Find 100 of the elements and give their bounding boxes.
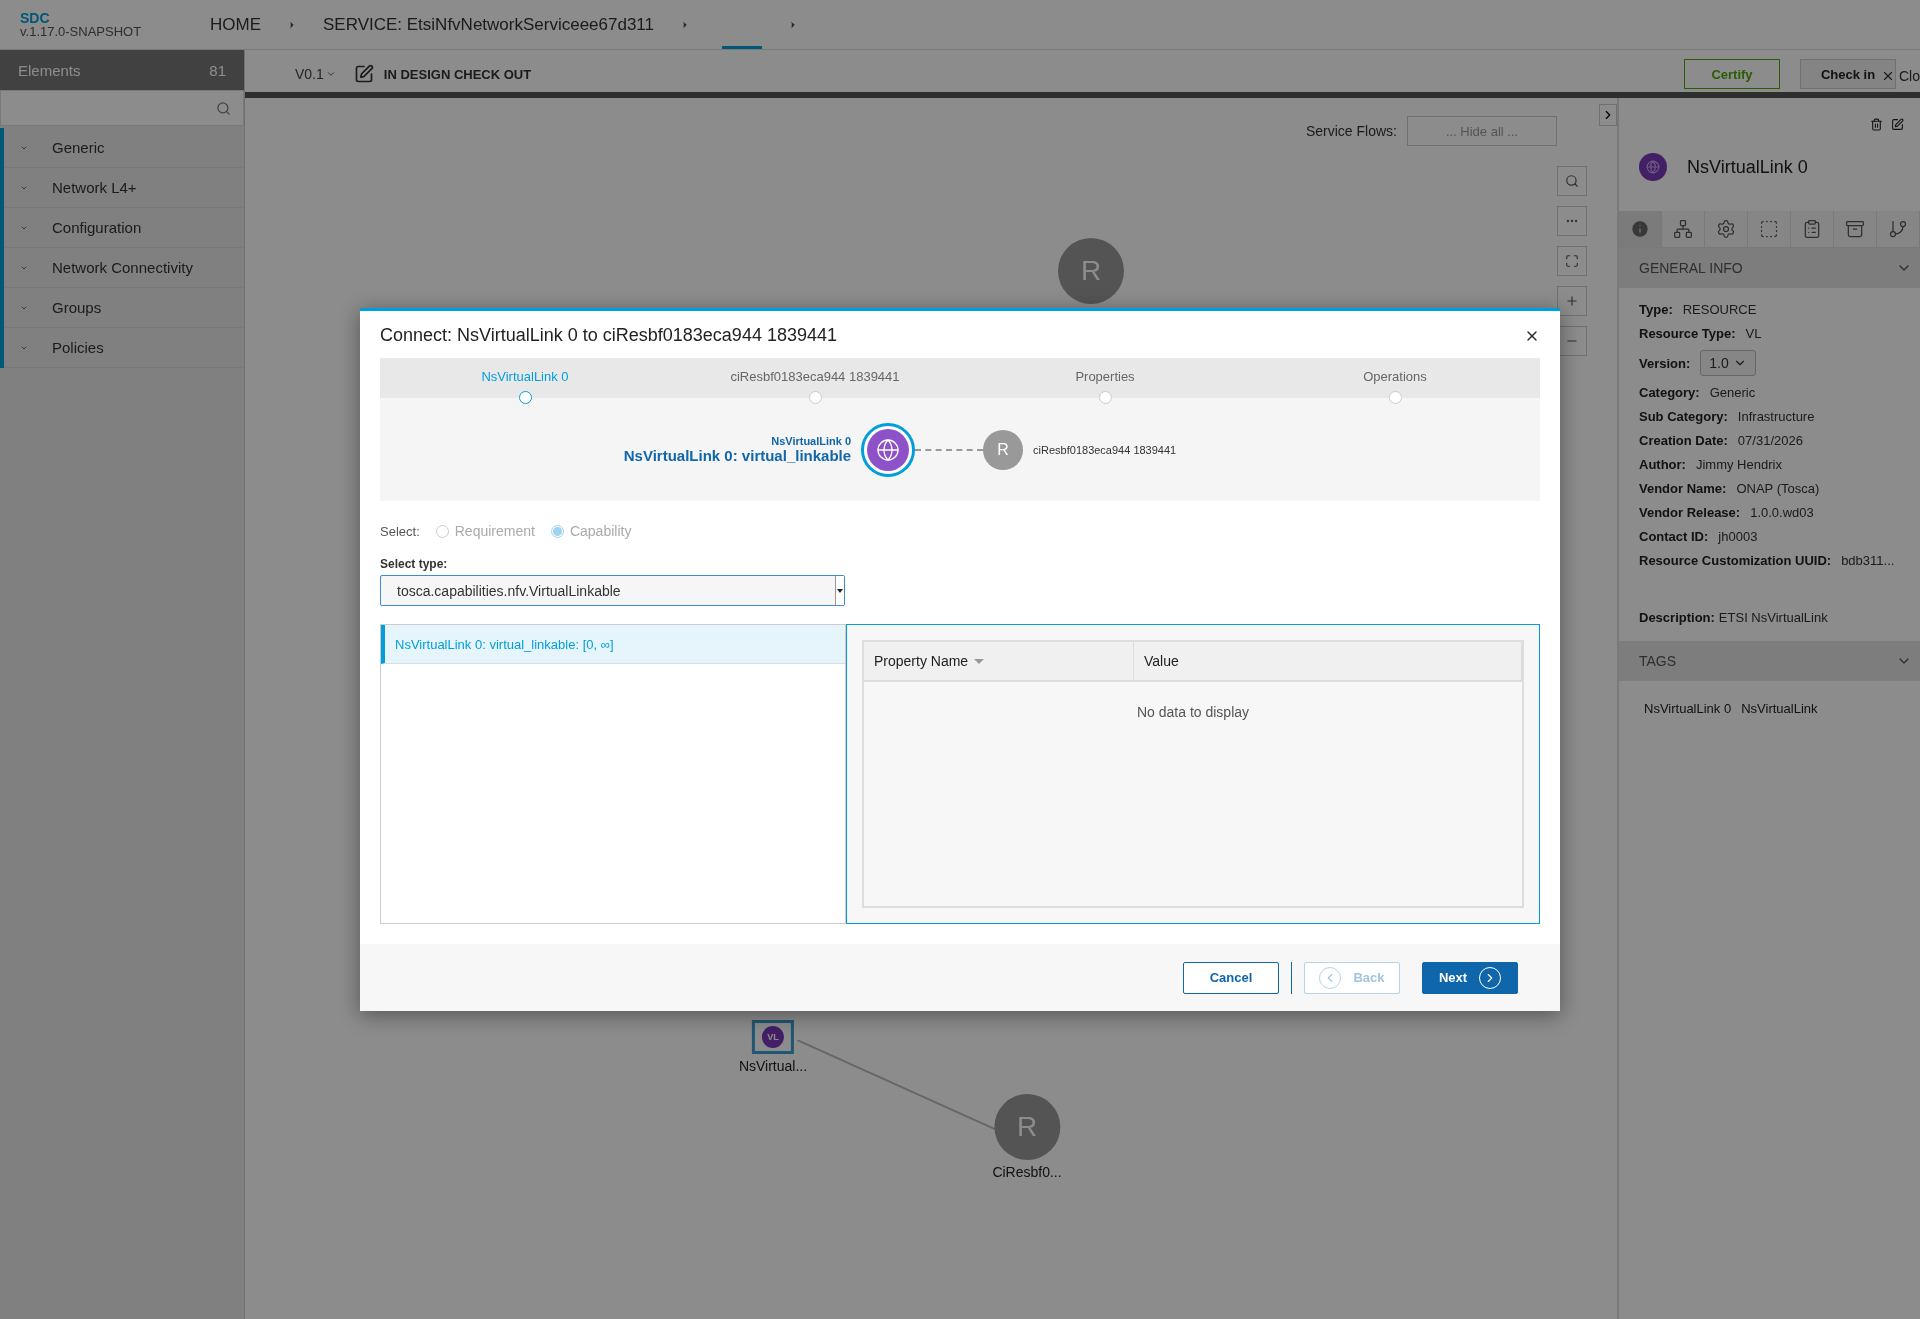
clipboard-icon bbox=[1802, 219, 1822, 239]
field-label: Type: bbox=[1639, 302, 1673, 317]
version-select[interactable]: V0.1 bbox=[295, 66, 336, 82]
category-item[interactable]: Generic bbox=[4, 128, 244, 168]
category-item[interactable]: Network L4+ bbox=[4, 168, 244, 208]
elements-title: Elements bbox=[18, 61, 81, 79]
panel-tab[interactable] bbox=[1834, 211, 1877, 247]
field-value: VL bbox=[1745, 326, 1762, 341]
field-label: Vendor Name: bbox=[1639, 481, 1727, 496]
select-type-label: Select type: bbox=[380, 557, 449, 571]
tag: NsVirtualLink 0 bbox=[1644, 701, 1732, 716]
plus-icon bbox=[1565, 294, 1579, 308]
version-select[interactable]: 1.0 bbox=[1700, 350, 1756, 376]
radio-button[interactable] bbox=[550, 524, 564, 538]
field-label: Creation Date: bbox=[1639, 433, 1728, 448]
network-icon bbox=[1673, 219, 1693, 239]
checkout-icon bbox=[353, 64, 374, 84]
tag: NsVirtualLink bbox=[1741, 701, 1818, 716]
collapse-button[interactable] bbox=[1599, 104, 1617, 126]
field-value: 1.0.0.wd03 bbox=[1750, 505, 1814, 520]
panel-tab[interactable] bbox=[1662, 211, 1705, 247]
caret-icon bbox=[325, 69, 336, 79]
info-icon bbox=[1630, 219, 1650, 239]
field-value: bdb311... bbox=[1841, 553, 1895, 568]
step-label[interactable]: NsVirtualLink 0 bbox=[481, 369, 569, 384]
edit-icon[interactable] bbox=[1891, 118, 1904, 131]
search-button[interactable] bbox=[1557, 166, 1587, 196]
next-button[interactable]: Next bbox=[1422, 961, 1518, 994]
empty-message: No data to display bbox=[1135, 703, 1251, 720]
category-item[interactable]: Policies bbox=[4, 328, 244, 368]
active-tab-indicator bbox=[722, 46, 763, 49]
dashed-square-icon bbox=[1759, 219, 1779, 239]
sort-icon bbox=[974, 658, 985, 664]
source-name: NsVirtualLink 0 bbox=[771, 435, 852, 447]
field-label: Resource Customization UUID: bbox=[1639, 553, 1832, 568]
field-label: Vendor Release: bbox=[1639, 505, 1741, 520]
globe-icon bbox=[876, 437, 901, 462]
field-label: Category: bbox=[1639, 385, 1700, 400]
category-item[interactable]: Configuration bbox=[4, 208, 244, 248]
category-item[interactable]: Network Connectivity bbox=[4, 248, 244, 288]
cancel-button[interactable]: Cancel bbox=[1183, 961, 1279, 994]
breadcrumb-link[interactable]: SERVICE: EtsiNfvNetworkServiceee67d311 bbox=[323, 14, 655, 35]
step-label[interactable]: Properties bbox=[1075, 369, 1135, 384]
panel-tab[interactable] bbox=[1705, 211, 1748, 247]
panel-tab[interactable] bbox=[1619, 211, 1662, 247]
field-label: Resource Type: bbox=[1639, 326, 1736, 341]
delete-icon[interactable] bbox=[1870, 118, 1883, 131]
target-name: ciResbf0183eca944 1839441 bbox=[1033, 443, 1177, 456]
expand-icon bbox=[1565, 254, 1579, 268]
column-header[interactable]: Property Name bbox=[864, 642, 1134, 680]
column-header[interactable]: Value bbox=[1134, 642, 1522, 680]
panel-tab[interactable] bbox=[1877, 211, 1920, 247]
select-label: Select: bbox=[380, 523, 420, 539]
component-title: NsVirtualLink 0 bbox=[1687, 156, 1808, 178]
dashed-connector bbox=[915, 448, 984, 451]
tags-header[interactable]: TAGS bbox=[1619, 641, 1920, 681]
field-value: jh0003 bbox=[1718, 529, 1758, 544]
status-label: IN DESIGN CHECK OUT bbox=[383, 66, 532, 82]
radio-label: Capability bbox=[569, 523, 632, 539]
field-value: RESOURCE bbox=[1682, 302, 1757, 317]
service-flows-label: Service Flows: bbox=[1305, 123, 1397, 139]
field-value: ONAP (Tosca) bbox=[1736, 481, 1820, 496]
step-label[interactable]: Operations bbox=[1363, 369, 1427, 384]
fit-button[interactable] bbox=[1557, 246, 1587, 276]
field-label: Contact ID: bbox=[1639, 529, 1709, 544]
node-label: NsVirtual... bbox=[738, 1058, 808, 1074]
certify-button[interactable]: Certify bbox=[1684, 59, 1780, 89]
check-in-button[interactable]: Check in bbox=[1800, 59, 1896, 89]
field-value: 07/31/2026 bbox=[1737, 433, 1803, 448]
panel-tab[interactable] bbox=[1791, 211, 1834, 247]
elements-count: 81 bbox=[209, 61, 226, 79]
globe-icon bbox=[1646, 160, 1660, 174]
field-value: Generic bbox=[1709, 385, 1756, 400]
branch-icon bbox=[1888, 219, 1908, 239]
gear-icon bbox=[1716, 219, 1736, 239]
close-icon bbox=[1881, 69, 1895, 83]
radio-label: Requirement bbox=[454, 523, 535, 539]
step-label[interactable]: ciResbf0183eca944 1839441 bbox=[730, 369, 900, 384]
general-info-header[interactable]: GENERAL INFO bbox=[1619, 248, 1920, 288]
field-value: Jimmy Hendrix bbox=[1695, 457, 1782, 472]
field-label: Version: bbox=[1639, 355, 1691, 371]
radio-button[interactable] bbox=[435, 524, 449, 538]
zoom-in-button[interactable] bbox=[1557, 286, 1587, 316]
vl-node[interactable]: VL bbox=[762, 1026, 784, 1048]
selected-node[interactable]: VL bbox=[752, 1020, 794, 1054]
service-flows-select[interactable]: ... Hide all ... bbox=[1407, 116, 1557, 146]
capability-item[interactable]: NsVirtualLink 0: virtual_linkable: [0, ∞] bbox=[381, 625, 845, 664]
dialog-title: Connect: NsVirtualLink 0 to ciResbf0183eca944 1839441 bbox=[380, 325, 837, 346]
category-item[interactable]: Groups bbox=[4, 288, 244, 328]
search-icon bbox=[216, 100, 231, 116]
field-label: Author: bbox=[1639, 457, 1686, 472]
search-icon bbox=[1565, 174, 1579, 188]
chevron-icon bbox=[287, 19, 297, 30]
brand-name: SDC bbox=[20, 10, 51, 25]
panel-tab[interactable] bbox=[1748, 211, 1791, 247]
node-label: CiResbf0... bbox=[992, 1164, 1062, 1180]
type-select[interactable]: tosca.capabilities.nfv.VirtualLinkable bbox=[380, 575, 845, 606]
search-field[interactable] bbox=[0, 90, 244, 126]
breadcrumb-link[interactable]: HOME bbox=[210, 14, 261, 35]
version-label: v.1.17.0-SNAPSHOT bbox=[20, 24, 143, 39]
